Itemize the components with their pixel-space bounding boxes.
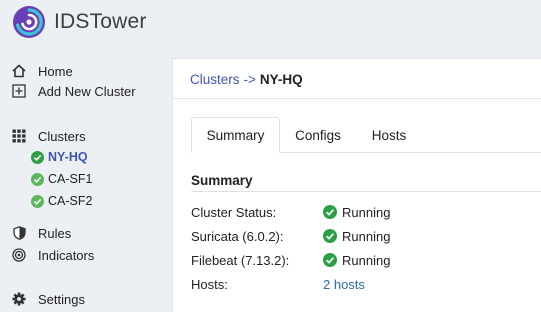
summary-row-cluster-status: Cluster Status: Running <box>191 202 390 222</box>
target-icon <box>11 247 27 263</box>
shield-icon <box>11 225 27 241</box>
status-text: Running <box>342 204 391 220</box>
sidebar-item-clusters[interactable]: Clusters <box>11 126 86 146</box>
plus-square-icon <box>11 83 27 99</box>
summary-row-hosts: Hosts: 2 hosts <box>191 274 365 294</box>
check-circle-icon <box>31 194 44 208</box>
breadcrumb-clusters-link[interactable]: Clusters <box>190 72 240 87</box>
tab-label: Configs <box>295 127 341 143</box>
hosts-link[interactable]: 2 hosts <box>323 277 365 292</box>
header-divider <box>173 98 541 99</box>
check-circle-icon <box>323 205 337 219</box>
home-icon <box>11 63 27 79</box>
grid-icon <box>11 128 27 144</box>
check-circle-icon <box>323 253 337 267</box>
tab-label: Hosts <box>371 127 407 143</box>
brand-name: IDSTower <box>54 10 147 33</box>
row-label: Cluster Status: <box>191 204 277 220</box>
sidebar-cluster-ny-hq[interactable]: NY-HQ <box>31 148 88 166</box>
cluster-label: NY-HQ <box>48 150 88 164</box>
tab-hosts[interactable]: Hosts <box>359 117 419 153</box>
tab-label: Summary <box>206 127 265 143</box>
check-circle-icon <box>31 172 44 186</box>
tab-bar: Summary Configs Hosts <box>191 117 541 153</box>
sidebar-item-label: Rules <box>38 225 72 241</box>
status-text: Running <box>342 252 391 268</box>
check-circle-icon <box>31 150 44 164</box>
sidebar-item-label: Clusters <box>38 128 86 144</box>
summary-row-filebeat: Filebeat (7.13.2): Running <box>191 250 390 270</box>
sidebar-item-label: Indicators <box>38 247 95 263</box>
sidebar-item-label: Add New Cluster <box>38 83 136 99</box>
row-label: Filebeat (7.13.2): <box>191 252 290 268</box>
sidebar-item-home[interactable]: Home <box>11 61 73 81</box>
row-value: Running <box>323 253 390 268</box>
breadcrumb-separator: -> <box>243 71 256 87</box>
row-value: Running <box>323 229 390 244</box>
sidebar-item-label: Settings <box>38 291 85 307</box>
breadcrumb: Clusters -> NY-HQ <box>190 69 303 89</box>
brand[interactable]: IDSTower <box>12 5 147 39</box>
row-label: Suricata (6.0.2): <box>191 228 284 244</box>
status-text: Running <box>342 228 391 244</box>
summary-divider <box>191 191 541 192</box>
tab-summary[interactable]: Summary <box>191 117 280 153</box>
sidebar-item-rules[interactable]: Rules <box>11 223 71 243</box>
cluster-label: CA-SF1 <box>48 172 93 186</box>
sidebar-cluster-ca-sf1[interactable]: CA-SF1 <box>31 170 92 188</box>
sidebar-item-label: Home <box>38 63 73 79</box>
tab-configs[interactable]: Configs <box>283 117 353 153</box>
sidebar-item-indicators[interactable]: Indicators <box>11 245 94 265</box>
summary-row-suricata: Suricata (6.0.2): Running <box>191 226 390 246</box>
sidebar-cluster-ca-sf2[interactable]: CA-SF2 <box>31 192 92 210</box>
summary-title: Summary <box>191 173 253 188</box>
gear-icon <box>11 291 27 307</box>
cluster-label: CA-SF2 <box>48 194 93 208</box>
spiral-logo-icon <box>13 6 45 38</box>
row-value: Running <box>323 205 390 220</box>
sidebar-item-add-new-cluster[interactable]: Add New Cluster <box>11 81 136 101</box>
app-window: IDSTower Home Add New Cluster Clusters N… <box>0 0 541 312</box>
breadcrumb-current: NY-HQ <box>259 71 303 87</box>
sidebar: IDSTower Home Add New Cluster Clusters N… <box>0 0 172 312</box>
sidebar-item-settings[interactable]: Settings <box>11 289 85 309</box>
main-panel: Clusters -> NY-HQ Summary Configs Hosts … <box>172 58 541 312</box>
check-circle-icon <box>323 229 337 243</box>
row-label: Hosts: <box>191 276 228 292</box>
